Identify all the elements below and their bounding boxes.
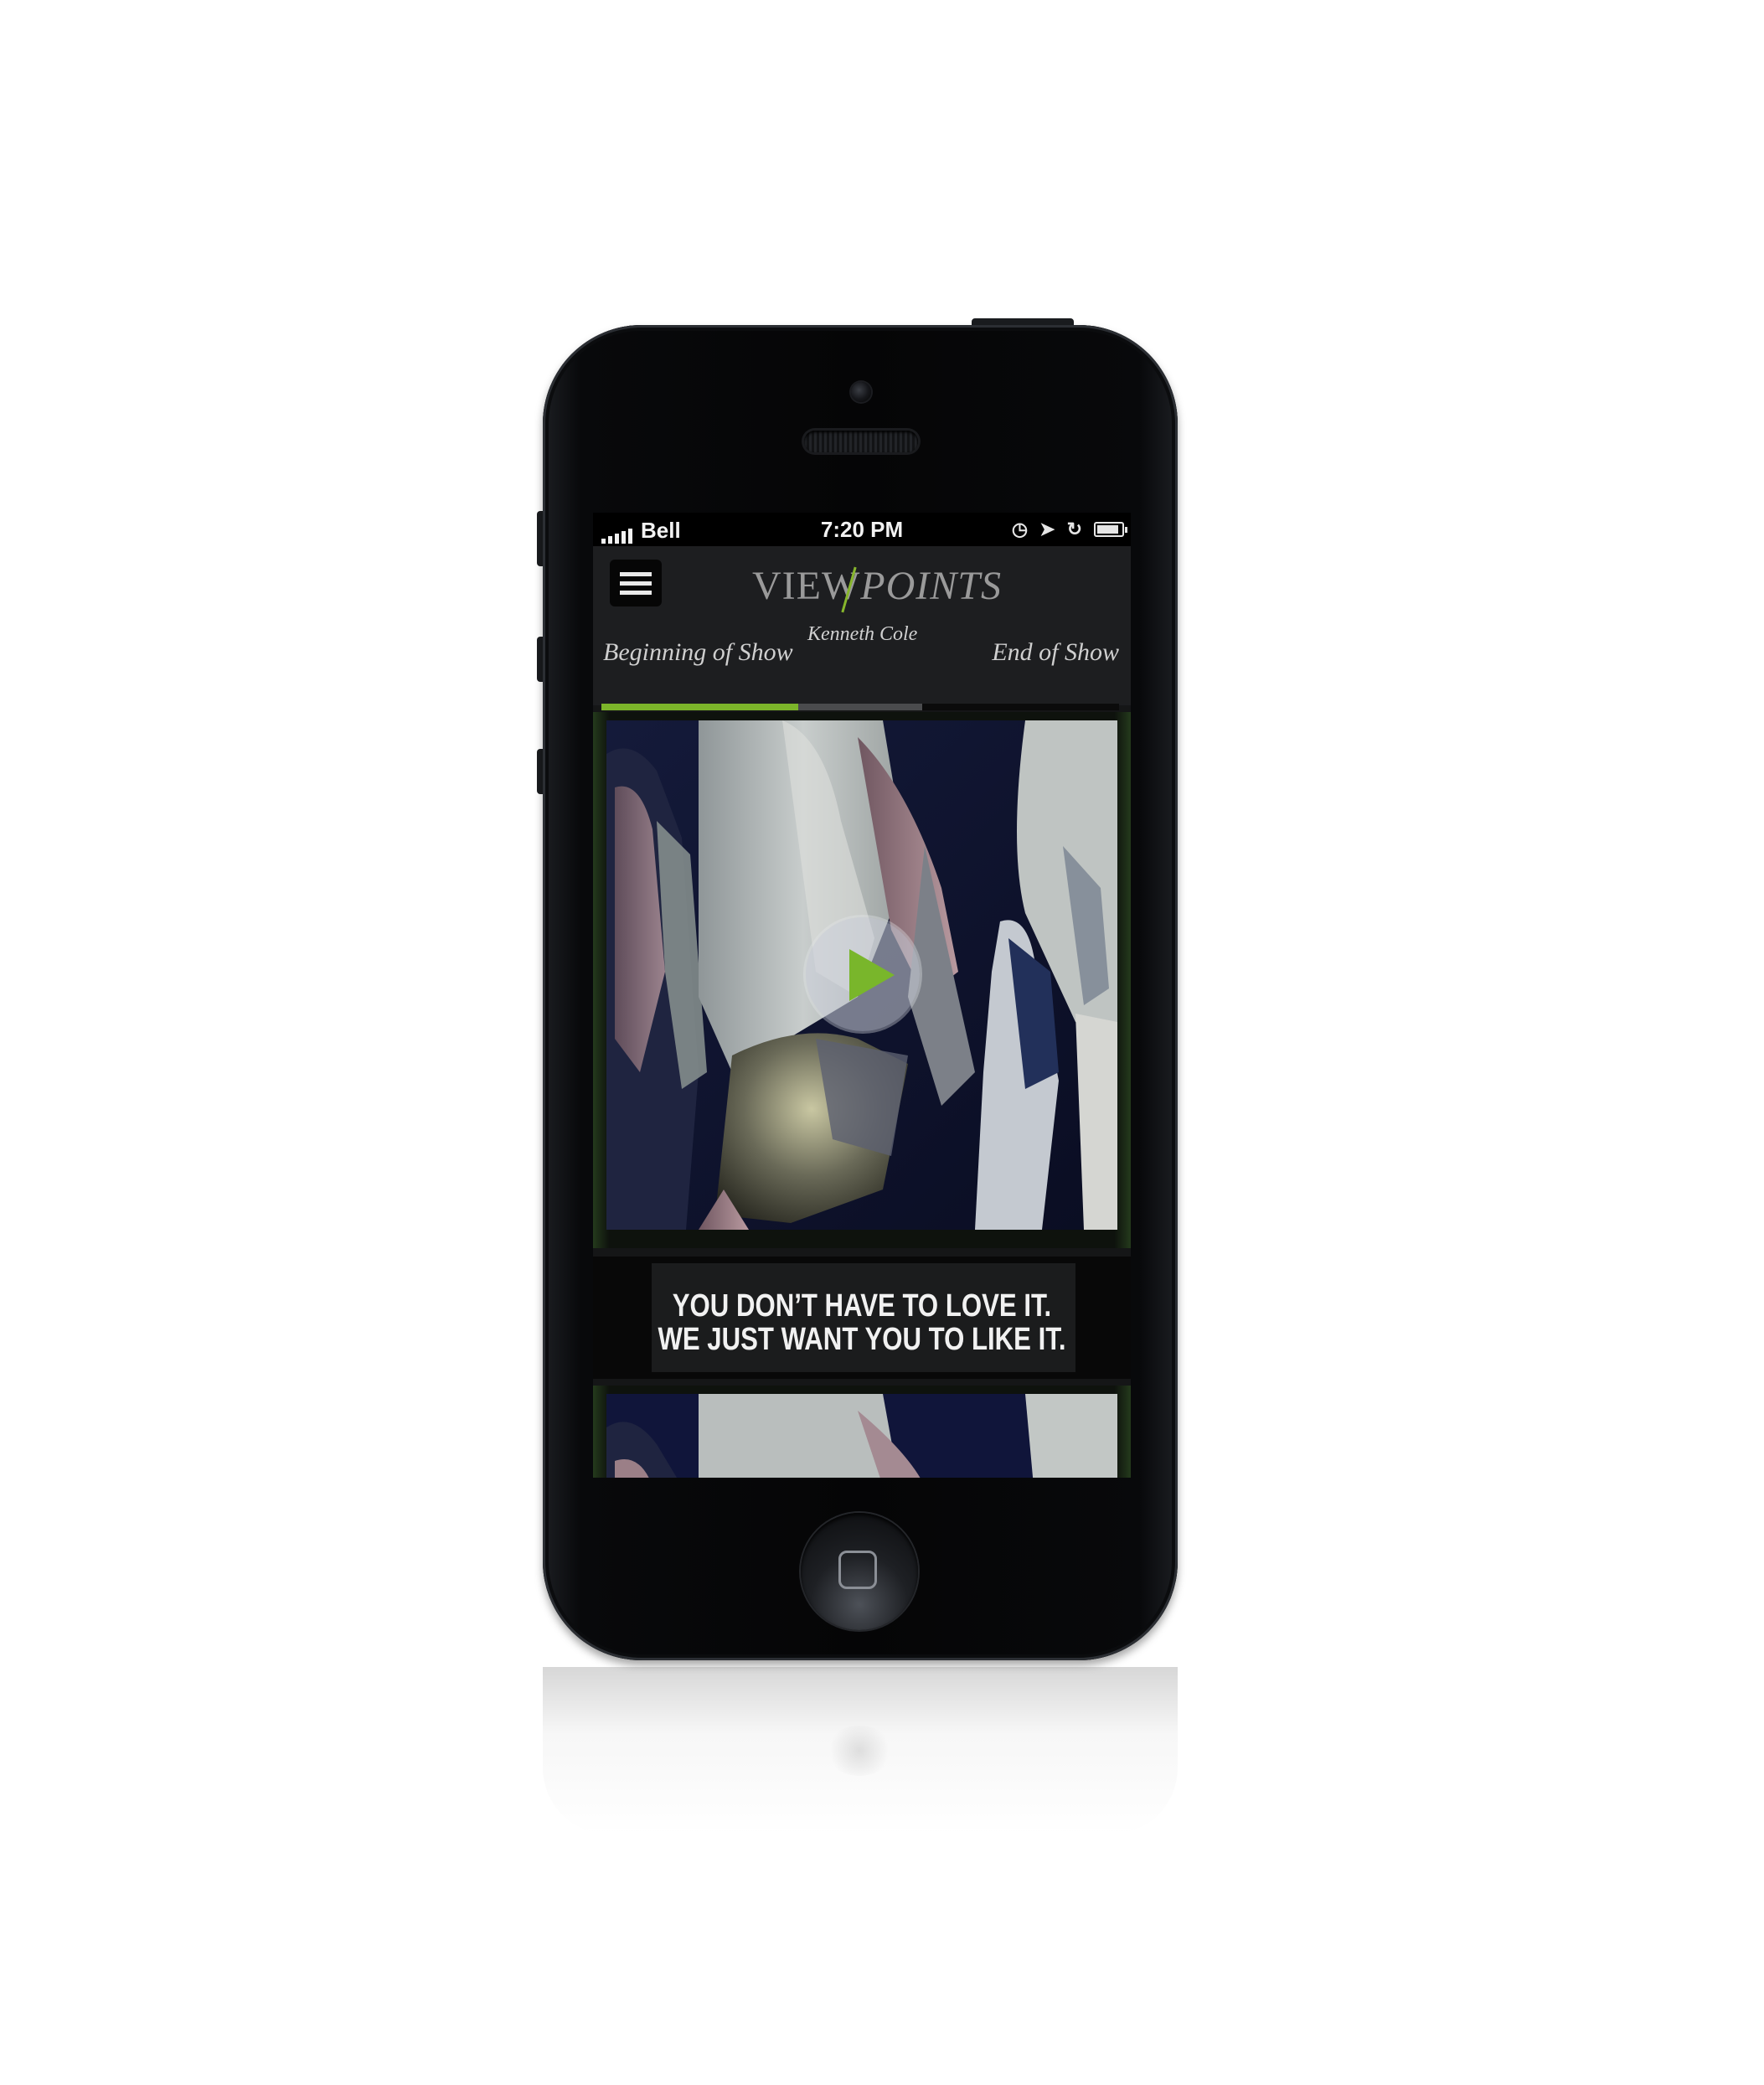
front-camera bbox=[851, 382, 871, 402]
hamburger-menu-icon[interactable] bbox=[610, 560, 662, 606]
battery-level bbox=[1097, 525, 1119, 534]
battery-icon bbox=[1094, 522, 1127, 537]
home-button-reflection bbox=[826, 1726, 893, 1776]
phone-screen: Bell 7:20 PM ◷ ➤ ↻ VIEWPOINTS Kenneth Co… bbox=[593, 513, 1131, 1478]
rotation-lock-icon: ↻ bbox=[1066, 519, 1082, 539]
logo-text-points: POINTS bbox=[860, 564, 1002, 608]
runway-video-thumbnail[interactable] bbox=[606, 720, 1117, 1230]
status-icons: ◷ ➤ ↻ bbox=[1011, 519, 1127, 539]
play-button[interactable] bbox=[806, 917, 920, 1031]
earpiece-speaker bbox=[804, 431, 918, 452]
app-header: VIEWPOINTS Kenneth Cole Beginning of Sho… bbox=[593, 546, 1131, 710]
progress-played bbox=[601, 704, 798, 710]
next-video-card[interactable] bbox=[593, 1386, 1131, 1478]
play-icon bbox=[849, 949, 895, 1001]
runway-photo-preview bbox=[606, 1394, 1117, 1478]
show-progress-bar[interactable] bbox=[601, 704, 1119, 710]
next-video-thumbnail[interactable] bbox=[606, 1394, 1117, 1478]
app-logo: VIEWPOINTS bbox=[752, 563, 1001, 613]
video-card[interactable] bbox=[593, 712, 1131, 1248]
tagline-line-1: YOU DON’T HAVE TO LOVE IT. bbox=[672, 1288, 1052, 1324]
home-button-icon[interactable] bbox=[801, 1513, 918, 1630]
status-bar: Bell 7:20 PM ◷ ➤ ↻ bbox=[593, 513, 1131, 546]
brand-signature-logo: Kenneth Cole bbox=[807, 623, 918, 645]
timeline-start-label[interactable]: Beginning of Show bbox=[603, 638, 793, 667]
alarm-clock-icon: ◷ bbox=[1011, 519, 1029, 539]
tagline-card: YOU DON’T HAVE TO LOVE IT. WE JUST WANT … bbox=[593, 1257, 1131, 1379]
tagline-line-2: WE JUST WANT YOU TO LIKE IT. bbox=[658, 1322, 1066, 1357]
timeline-end-label[interactable]: End of Show bbox=[992, 638, 1119, 667]
location-arrow-icon: ➤ bbox=[1039, 519, 1055, 539]
home-square-glyph bbox=[838, 1551, 877, 1589]
